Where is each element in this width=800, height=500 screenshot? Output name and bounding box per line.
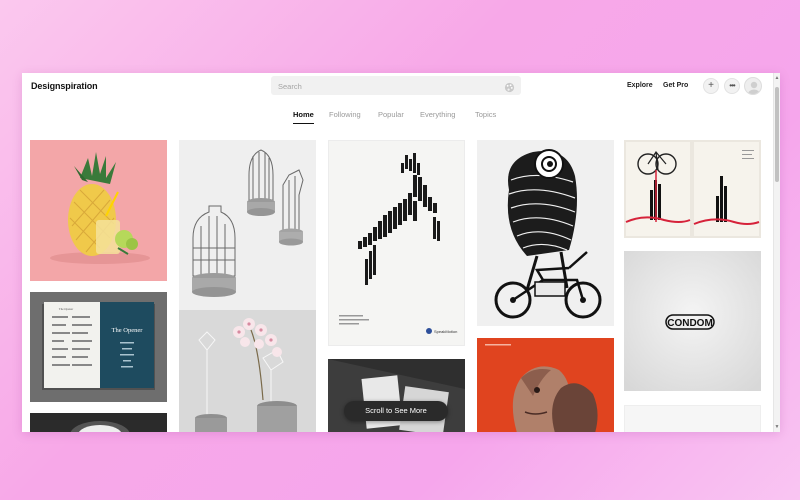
condom-logo-image[interactable]: CONDOM [624,251,761,391]
scooter-illustration-image[interactable] [477,140,614,326]
deer-poster-brand: SpeakMotion [434,329,457,334]
book-left-title: The Opener [59,307,73,311]
add-button[interactable]: + [703,78,719,94]
book-opener-image[interactable]: The Opener The Opener [30,292,167,402]
scroll-down-arrow-icon[interactable]: ▼ [774,424,780,430]
browser-window: Designspiration Explore Get Pro + ••• Ho… [22,73,780,432]
search-bar[interactable] [271,76,521,96]
pineapple-drink-image[interactable] [30,140,167,281]
book-right-title: The Opener [112,327,144,334]
search-input[interactable] [271,77,491,96]
color-palette-icon[interactable] [504,80,515,93]
portrait-red-image[interactable] [477,338,614,432]
avatar[interactable] [744,77,762,95]
dark-print-image[interactable] [328,359,465,432]
scrollbar-thumb[interactable] [775,87,779,182]
light-image-partial[interactable] [624,405,761,432]
plus-icon: + [708,80,714,91]
tab-everything[interactable]: Everything [420,110,455,119]
dark-image-partial[interactable] [30,413,167,432]
scroll-up-arrow-icon[interactable]: ▲ [774,75,780,81]
explore-link[interactable]: Explore [627,82,653,89]
orchid-vases-image[interactable] [179,310,316,432]
condom-wordmark: CONDOM [667,318,713,329]
feed-tabs: Home Following Popular Everything Topics [22,110,780,124]
more-dots-icon: ••• [729,81,735,90]
get-pro-link[interactable]: Get Pro [663,82,688,89]
logo[interactable]: Designspiration [31,81,98,91]
deer-poster-image[interactable]: SpeakMotion [328,140,465,346]
top-bar: Designspiration Explore Get Pro + ••• [22,73,780,101]
bicycle-posters-image[interactable] [624,140,761,238]
tab-topics[interactable]: Topics [475,110,496,119]
tab-following[interactable]: Following [329,110,361,119]
more-button[interactable]: ••• [724,78,740,94]
scroll-to-see-more-button[interactable]: Scroll to See More [344,401,448,421]
tab-home[interactable]: Home [293,110,314,124]
wire-vases-image[interactable] [179,140,316,310]
scrollbar[interactable]: ▲ ▼ [773,73,780,432]
tab-popular[interactable]: Popular [378,110,404,119]
